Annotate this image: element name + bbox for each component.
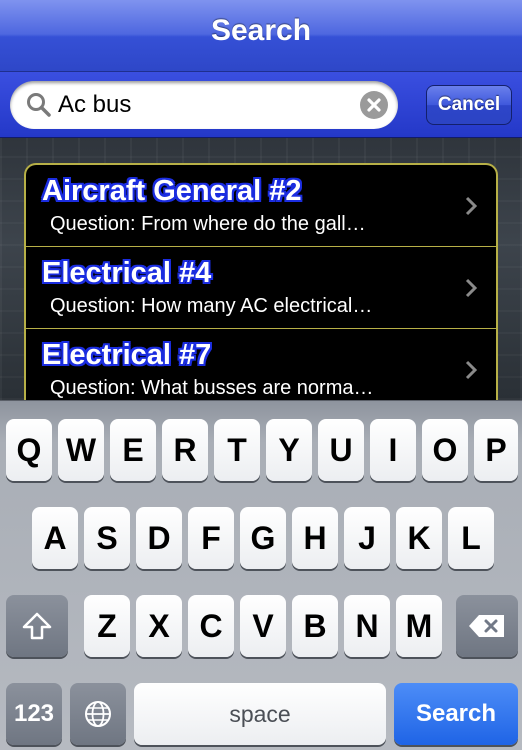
- search-key[interactable]: Search: [394, 683, 518, 745]
- result-subtitle: Question: What busses are norma…: [50, 377, 374, 399]
- globe-icon: [85, 701, 111, 727]
- backspace-key[interactable]: [456, 595, 518, 657]
- key-l[interactable]: L: [448, 507, 494, 569]
- chevron-right-icon: [465, 278, 478, 298]
- key-f[interactable]: F: [188, 507, 234, 569]
- globe-key[interactable]: [70, 683, 126, 745]
- key-m[interactable]: M: [396, 595, 442, 657]
- result-subtitle: Question: From where do the gall…: [50, 213, 366, 235]
- result-title: Aircraft General #2: [42, 175, 302, 207]
- page-title: Search: [210, 14, 312, 47]
- shift-key[interactable]: [6, 595, 68, 657]
- result-title: Electrical #7: [42, 339, 212, 371]
- key-d[interactable]: D: [136, 507, 182, 569]
- backspace-icon: [469, 615, 504, 637]
- key-u[interactable]: U: [318, 419, 364, 481]
- key-w[interactable]: W: [58, 419, 104, 481]
- key-z[interactable]: Z: [84, 595, 130, 657]
- key-j[interactable]: J: [344, 507, 390, 569]
- result-title: Electrical #4: [42, 257, 212, 289]
- search-field[interactable]: [10, 81, 398, 129]
- key-q[interactable]: Q: [6, 419, 52, 481]
- keyboard: Q W E R T Y U I O P A S D F G H J K L Z …: [0, 400, 522, 750]
- key-o[interactable]: O: [422, 419, 468, 481]
- shift-icon: [22, 612, 52, 640]
- space-key[interactable]: space: [134, 683, 386, 745]
- cancel-button[interactable]: Cancel: [426, 85, 512, 125]
- key-g[interactable]: G: [240, 507, 286, 569]
- key-h[interactable]: H: [292, 507, 338, 569]
- search-bar: Cancel: [0, 72, 522, 138]
- navigation-bar: Search: [0, 0, 522, 72]
- key-b[interactable]: B: [292, 595, 338, 657]
- key-r[interactable]: R: [162, 419, 208, 481]
- numbers-key[interactable]: 123: [6, 683, 62, 745]
- chevron-right-icon: [465, 360, 478, 380]
- key-s[interactable]: S: [84, 507, 130, 569]
- results-list: Aircraft General #2 Question: From where…: [24, 163, 498, 400]
- search-input[interactable]: [58, 81, 358, 129]
- key-i[interactable]: I: [370, 419, 416, 481]
- key-v[interactable]: V: [240, 595, 286, 657]
- result-row[interactable]: Electrical #7 Question: What busses are …: [26, 329, 496, 400]
- result-subtitle: Question: How many AC electrical…: [50, 295, 373, 317]
- search-icon: [27, 93, 51, 117]
- key-e[interactable]: E: [110, 419, 156, 481]
- key-c[interactable]: C: [188, 595, 234, 657]
- key-n[interactable]: N: [344, 595, 390, 657]
- key-k[interactable]: K: [396, 507, 442, 569]
- chevron-right-icon: [465, 196, 478, 216]
- key-p[interactable]: P: [474, 419, 518, 481]
- key-y[interactable]: Y: [266, 419, 312, 481]
- clear-icon[interactable]: [360, 91, 388, 119]
- key-t[interactable]: T: [214, 419, 260, 481]
- result-row[interactable]: Aircraft General #2 Question: From where…: [26, 165, 496, 247]
- key-x[interactable]: X: [136, 595, 182, 657]
- key-a[interactable]: A: [32, 507, 78, 569]
- result-row[interactable]: Electrical #4 Question: How many AC elec…: [26, 247, 496, 329]
